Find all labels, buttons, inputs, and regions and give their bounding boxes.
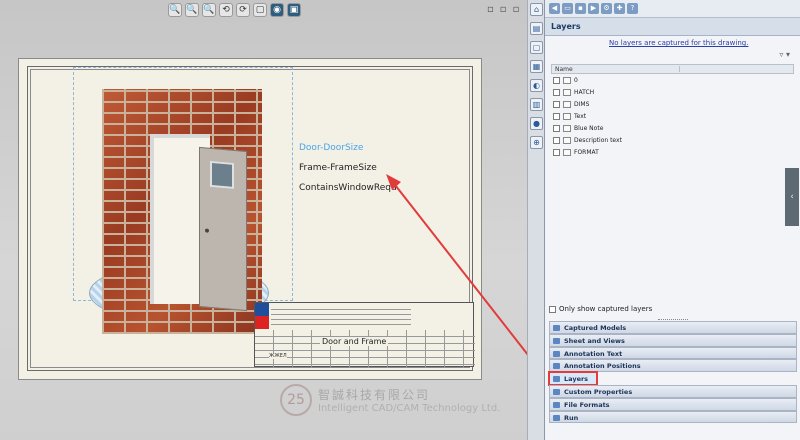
appearance-icon[interactable]: ◐ [530,79,543,92]
layer-checkbox[interactable] [553,148,560,156]
no-layers-notice[interactable]: No layers are captured for this drawing. [545,36,800,50]
collapse-panel-grip-icon[interactable]: ‹ [785,168,799,226]
driveworks-icon[interactable]: ⊕ [530,136,543,149]
settings-icon[interactable]: ⚙ [601,3,612,14]
layer-checkbox[interactable] [553,100,560,108]
folder-icon[interactable]: ▢ [530,41,543,54]
column-name[interactable]: Name [555,66,680,73]
help-icon[interactable]: ? [627,3,638,14]
resources-icon[interactable]: ▤ [530,22,543,35]
layer-checkbox[interactable] [553,76,560,84]
layer-row[interactable]: Description text [551,134,794,146]
section-annotation-positions[interactable]: Annotation Positions [549,359,797,373]
layer-name: Description text [574,136,622,144]
layer-checkbox[interactable] [553,88,560,96]
layer-row[interactable]: Text [551,110,794,122]
layer-name: Text [574,112,587,120]
puzzle-icon[interactable]: ✚ [614,3,625,14]
home-icon[interactable]: ⌂ [530,3,543,16]
layer-row[interactable]: DIMS [551,98,794,110]
layer-icon [563,136,571,144]
layer-name: HATCH [574,88,595,96]
layer-icon [563,100,571,108]
save-icon[interactable]: ▪ [575,3,586,14]
section-file-formats[interactable]: File Formats [549,397,797,411]
layer-row[interactable]: 0 [551,74,794,86]
section-annotation-text[interactable]: Annotation Text [549,346,797,360]
run-icon[interactable]: ▶ [588,3,599,14]
layer-icon [563,148,571,156]
layer-name: DIMS [574,100,590,108]
panel-title: Layers [545,18,800,36]
arrow-shaft [391,180,547,379]
section-stack: Captured Models Sheet and Views Annotati… [545,319,800,424]
layer-icon [563,88,571,96]
dot-icon[interactable]: ● [530,117,543,130]
layer-checkbox[interactable] [553,124,560,132]
layer-checkbox[interactable] [553,136,560,144]
layers-task-pane: ◀ ▭ ▪ ▶ ⚙ ✚ ? Layers No layers are captu… [544,0,800,440]
back-icon[interactable]: ◀ [549,3,560,14]
layer-name: 0 [574,76,578,84]
section-captured-models[interactable]: Captured Models [549,321,797,334]
layer-icon [563,124,571,132]
layer-name: Blue Note [574,124,604,132]
layer-row[interactable]: Blue Note [551,122,794,134]
task-pane-tabs: ⌂ ▤ ▢ ▦ ◐ ▥ ● ⊕ [527,0,544,440]
only-captured-label: Only show captured layers [559,305,653,313]
filter-icon[interactable]: ▿ ▾ [545,50,800,64]
layer-icon [563,76,571,84]
layer-name: FORMAT [574,148,599,156]
section-layers[interactable]: Layers [548,371,598,386]
palette-icon[interactable]: ▦ [530,60,543,73]
layer-row[interactable]: FORMAT [551,146,794,158]
section-sheet-and-views[interactable]: Sheet and Views [549,333,797,347]
only-captured-option[interactable]: Only show captured layers [549,305,652,313]
section-run[interactable]: Run [549,410,797,424]
panel-toolbar: ◀ ▭ ▪ ▶ ⚙ ✚ ? [545,0,800,18]
only-captured-checkbox[interactable] [549,305,556,313]
layer-row[interactable]: HATCH [551,86,794,98]
arrow-head [386,174,401,190]
layer-checkbox[interactable] [553,112,560,120]
properties-icon[interactable]: ▥ [530,98,543,111]
section-custom-properties[interactable]: Custom Properties [549,384,797,398]
layers-grid-header: Name [551,64,794,74]
open-icon[interactable]: ▭ [562,3,573,14]
layer-icon [563,112,571,120]
